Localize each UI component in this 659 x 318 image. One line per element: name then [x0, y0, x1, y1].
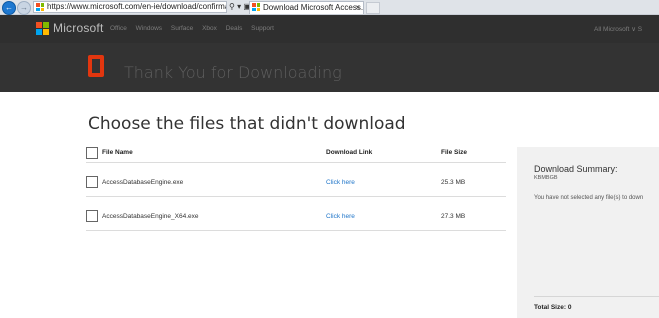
summary-title: Download Summary:: [534, 164, 618, 174]
nav-item-windows[interactable]: Windows: [136, 25, 162, 32]
summary-message: You have not selected any file(s) to dow…: [534, 195, 644, 201]
search-icon[interactable]: ⚲: [229, 2, 235, 11]
microsoft-favicon-icon: [252, 3, 260, 11]
tab-title: Download Microsoft Access...: [263, 3, 364, 12]
file-size: 27.3 MB: [441, 213, 466, 220]
column-header-file-name: File Name: [102, 149, 133, 156]
all-microsoft-menu[interactable]: All Microsoft ∨ S: [594, 25, 642, 33]
browser-toolbar: ← → https://www.microsoft.com/en-ie/down…: [0, 0, 659, 15]
nav-item-support[interactable]: Support: [251, 25, 274, 32]
office-icon: [88, 55, 104, 77]
summary-size-units: KBMBGB: [534, 175, 558, 181]
microsoft-favicon-icon: [36, 3, 44, 11]
dropdown-icon[interactable]: ▾: [237, 2, 241, 11]
browser-tab[interactable]: Download Microsoft Access... ×: [249, 1, 364, 14]
download-link[interactable]: Click here: [326, 179, 355, 186]
column-header-download-link: Download Link: [326, 149, 373, 156]
nav-item-surface[interactable]: Surface: [171, 25, 193, 32]
select-all-checkbox[interactable]: [86, 147, 98, 159]
forward-arrow-icon[interactable]: →: [17, 1, 31, 15]
address-bar[interactable]: https://www.microsoft.com/en-ie/download…: [33, 1, 227, 13]
table-row: AccessDatabaseEngine.exe Click here 25.3…: [86, 163, 506, 197]
address-url: https://www.microsoft.com/en-ie/download…: [47, 2, 227, 11]
new-tab-button[interactable]: [366, 2, 380, 14]
close-icon[interactable]: ×: [355, 2, 360, 14]
microsoft-logo-icon[interactable]: [36, 22, 49, 35]
file-checkbox[interactable]: [86, 176, 98, 188]
back-arrow-icon[interactable]: ←: [2, 1, 16, 15]
download-link[interactable]: Click here: [326, 213, 355, 220]
column-header-file-size: File Size: [441, 149, 468, 156]
file-size: 25.3 MB: [441, 179, 466, 186]
summary-divider: [534, 296, 659, 297]
file-checkbox[interactable]: [86, 210, 98, 222]
brand-name[interactable]: Microsoft: [53, 21, 103, 35]
nav-item-deals[interactable]: Deals: [226, 25, 243, 32]
main-nav: Office Windows Surface Xbox Deals Suppor…: [110, 25, 281, 32]
file-name: AccessDatabaseEngine.exe: [102, 179, 184, 186]
banner-title: Thank You for Downloading: [124, 63, 342, 82]
total-size: Total Size: 0: [534, 304, 572, 311]
nav-item-xbox[interactable]: Xbox: [202, 25, 217, 32]
file-table: File Name Download Link File Size Access…: [86, 146, 506, 231]
nav-item-office[interactable]: Office: [110, 25, 127, 32]
download-summary-panel: Download Summary: KBMBGB You have not se…: [517, 147, 659, 318]
table-row: AccessDatabaseEngine_X64.exe Click here …: [86, 197, 506, 231]
file-name: AccessDatabaseEngine_X64.exe: [102, 213, 199, 220]
site-header: Microsoft Office Windows Surface Xbox De…: [0, 15, 659, 43]
table-header-row: File Name Download Link File Size: [86, 146, 506, 163]
download-banner: Thank You for Downloading: [0, 43, 659, 92]
page-title: Choose the files that didn't download: [88, 114, 406, 134]
